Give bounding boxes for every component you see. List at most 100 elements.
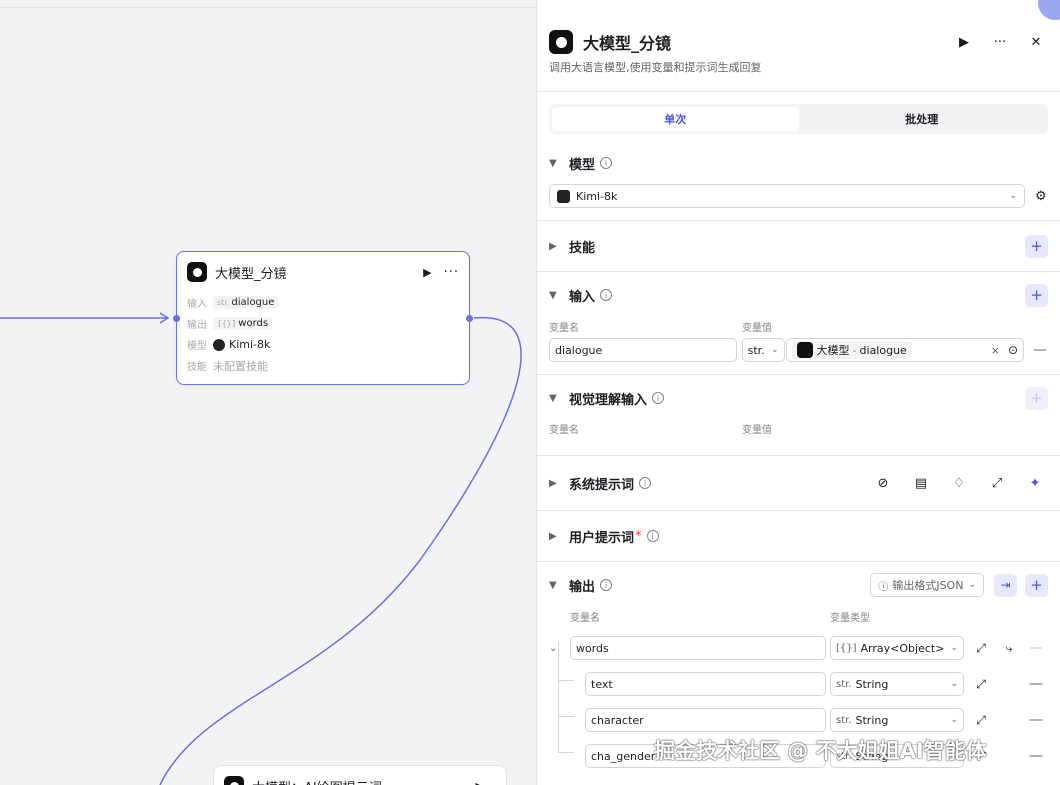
run-node-icon[interactable]: ▶ [423, 266, 431, 279]
chevron-down-icon[interactable]: ▼ [549, 580, 561, 591]
output-row-character: character str. String ⌄ ⤢ — [585, 708, 1044, 732]
info-icon[interactable]: i [600, 157, 613, 169]
panel-description[interactable]: 调用大语言模型,使用变量和提示词生成回复 [537, 59, 1060, 75]
add-input-button[interactable]: + [1025, 283, 1048, 307]
output-type-select[interactable]: str. String ⌄ [830, 708, 964, 732]
ref-var-name: dialogue [859, 343, 907, 357]
output-section-header[interactable]: ▼ 输出 i ⓘ 输出格式JSON ⌄ ⇥ + [549, 562, 1048, 608]
output-name-value: words [576, 641, 609, 655]
node-input-value: dialogue [231, 297, 275, 308]
ai-sparkle-icon[interactable]: ✦ [1024, 472, 1046, 494]
remove-output-button[interactable]: — [1028, 712, 1044, 728]
info-icon[interactable]: i [600, 579, 613, 591]
info-icon[interactable]: i [600, 289, 613, 301]
model-section-header[interactable]: ▼ 模型 i [549, 142, 1048, 184]
node-output-port[interactable] [466, 315, 473, 322]
node-skill-label: 技能 [187, 362, 207, 373]
visual-input-section-title: 视觉理解输入 [569, 392, 648, 408]
remove-output-button[interactable]: — [1028, 748, 1044, 764]
output-row-words: ⌄ words [{}] Array<Object> ⌄ ⤢ ⤷ — [549, 636, 1044, 660]
output-row-text: text str. String ⌄ ⤢ — [585, 672, 1044, 696]
output-format-label: 输出格式JSON [892, 579, 964, 592]
node-llm-ai-prompt[interactable]: 大模型：AI绘图提示词 ▶ [213, 765, 507, 785]
remove-output-button[interactable]: — [1028, 640, 1044, 656]
chevron-down-icon[interactable]: ⌄ [549, 643, 570, 654]
node-config-panel: 大模型_分镜 ▶ ··· ✕ 调用大语言模型,使用变量和提示词生成回复 单次 批… [536, 0, 1060, 785]
expand-icon[interactable]: ⤢ [972, 677, 990, 692]
skill-section-header[interactable]: ▶ 技能 + [549, 221, 1048, 271]
more-options-icon[interactable]: ··· [988, 30, 1012, 54]
expand-icon[interactable]: ⤢ [972, 713, 990, 728]
output-format-select[interactable]: ⓘ 输出格式JSON ⌄ [870, 573, 984, 597]
llm-logo-icon [224, 776, 244, 785]
output-name-field[interactable]: character [585, 708, 826, 732]
chevron-right-icon[interactable]: ▶ [549, 531, 561, 542]
remove-input-button[interactable]: — [1032, 342, 1048, 358]
target-icon[interactable]: ⊙ [1008, 343, 1018, 357]
import-icon[interactable]: ⇥ [994, 573, 1017, 597]
string-type-icon: str. [217, 298, 230, 307]
visual-input-section-header[interactable]: ▼ 视觉理解输入 i + [549, 375, 1048, 421]
input-type-select[interactable]: str. ⌄ [741, 338, 785, 362]
output-name-field[interactable]: words [570, 636, 826, 660]
gear-icon[interactable]: ⚙ [1035, 189, 1047, 204]
input-var-name-field[interactable]: dialogue [549, 338, 737, 362]
tree-line [558, 716, 574, 717]
input-section-header[interactable]: ▼ 输入 i + [549, 272, 1048, 318]
remove-output-button[interactable]: — [1028, 676, 1044, 692]
avatar[interactable] [1038, 0, 1060, 20]
node-model-value: Kimi-8k [229, 338, 271, 351]
output-type-value: Array<Object> [860, 641, 945, 655]
tab-batch[interactable]: 批处理 [799, 107, 1046, 131]
model-select-value: Kimi-8k [576, 189, 618, 203]
chevron-right-icon[interactable]: ▶ [549, 241, 561, 252]
model-section: ▼ 模型 i Kimi-8k ⌄ ⚙ [537, 142, 1060, 221]
expand-icon[interactable]: ⤢ [972, 641, 990, 656]
add-skill-button[interactable]: + [1025, 234, 1048, 258]
system-prompt-section: ▶ 系统提示词 i ⊘ ▤ ♢ ⤢ ✦ [537, 456, 1060, 511]
info-icon[interactable]: i [652, 392, 665, 404]
add-child-icon[interactable]: ⤷ [1000, 641, 1018, 656]
close-icon[interactable]: ✕ [1024, 30, 1048, 54]
system-prompt-section-header[interactable]: ▶ 系统提示词 i ⊘ ▤ ♢ ⤢ ✦ [549, 456, 1048, 510]
compass-icon[interactable]: ⊘ [872, 472, 894, 494]
add-visual-input-button[interactable]: + [1025, 386, 1048, 410]
node-input-label: 输入 [187, 299, 207, 310]
ref-node-name: 大模型 [816, 344, 850, 357]
lightbulb-icon[interactable]: ♢ [948, 472, 970, 494]
output-name-value: character [591, 713, 644, 727]
input-var-ref-field[interactable]: 大模型 - dialogue × ⊙ [785, 338, 1025, 362]
more-options-icon[interactable]: ··· [444, 265, 459, 280]
output-section-title: 输出 [569, 579, 596, 595]
chevron-down-icon: ⌄ [950, 679, 958, 689]
expand-icon[interactable]: ⤢ [986, 472, 1008, 494]
output-type-select[interactable]: str. String ⌄ [830, 672, 964, 696]
required-mark: * [635, 528, 642, 544]
workflow-canvas[interactable]: 大模型_分镜 ▶ ··· 输入 str. dialogue 输出 [{}] wo… [0, 0, 536, 785]
library-icon[interactable]: ▤ [910, 472, 932, 494]
node-header: 大模型_分镜 ▶ ··· [177, 252, 469, 292]
user-prompt-section-header[interactable]: ▶ 用户提示词 * i [549, 511, 1048, 561]
info-icon[interactable]: i [646, 530, 659, 542]
add-output-button[interactable]: + [1025, 573, 1048, 597]
chevron-right-icon[interactable]: ▶ [549, 478, 561, 489]
output-name-field[interactable]: text [585, 672, 826, 696]
llm-logo-icon [796, 342, 813, 358]
clear-icon[interactable]: × [991, 344, 1000, 357]
output-type-select[interactable]: [{}] Array<Object> ⌄ [830, 636, 964, 660]
array-type-icon: [{}] [836, 642, 857, 654]
node-llm-storyboard[interactable]: 大模型_分镜 ▶ ··· 输入 str. dialogue 输出 [{}] wo… [173, 251, 473, 385]
chevron-down-icon[interactable]: ▼ [549, 290, 561, 301]
node-output-tag: [{}] words [213, 317, 273, 330]
chevron-down-icon[interactable]: ▼ [549, 158, 561, 169]
chevron-down-icon[interactable]: ▼ [549, 393, 561, 404]
string-type-icon: str. [836, 678, 852, 690]
visual-col-value: 变量值 [742, 424, 772, 436]
model-select[interactable]: Kimi-8k ⌄ [549, 184, 1025, 208]
tab-single[interactable]: 单次 [552, 107, 799, 131]
run-icon[interactable]: ▶ [952, 30, 976, 54]
info-icon[interactable]: i [639, 477, 652, 489]
run-node-icon[interactable]: ▶ [476, 780, 484, 785]
node-input-port[interactable] [173, 315, 180, 322]
panel-title[interactable]: 大模型_分镜 [583, 30, 940, 54]
